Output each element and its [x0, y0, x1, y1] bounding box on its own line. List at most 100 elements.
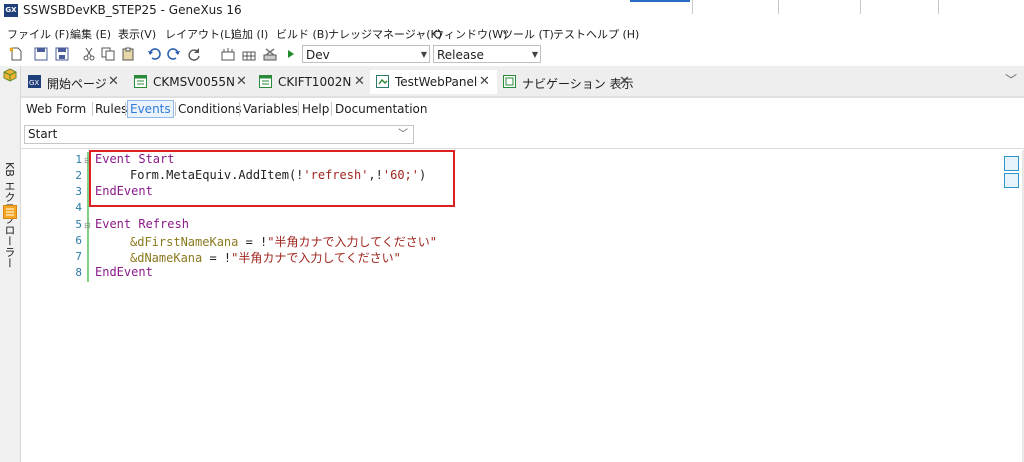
menu-bar: ファイル (F) 編集 (E) 表示(V) レイアウト(L) 追加 (I) ビル…: [0, 23, 1024, 42]
tab-overflow-chevron-icon[interactable]: ﹀: [1005, 71, 1017, 88]
build-all-icon[interactable]: [242, 47, 256, 61]
title-bar: GX SSWSBDevKB_STEP25 - GeneXus 16: [0, 0, 1024, 22]
document-outline-icon[interactable]: [1004, 156, 1019, 171]
run-icon[interactable]: [286, 47, 296, 61]
chevron-down-icon: ▼: [420, 50, 427, 59]
code-line-6: &dFirstNameKana = !"半角カナで入力してください": [130, 233, 437, 250]
transaction-icon: [134, 75, 147, 88]
copy-icon[interactable]: [101, 47, 115, 61]
close-icon[interactable]: ✕: [479, 74, 490, 89]
close-icon[interactable]: ✕: [236, 74, 247, 89]
menu-help[interactable]: ヘルプ (H): [586, 26, 639, 42]
document-outline-icon[interactable]: [1004, 173, 1019, 188]
divider: [21, 148, 1024, 149]
tab-testwebpanel[interactable]: TestWebPanel ✕: [370, 70, 497, 94]
subtab-separator: [239, 102, 240, 116]
document-tab-bar: GX 開始ページ ✕ CKMSV0055N ✕ CKIFT1002N ✕ Tes…: [21, 66, 1024, 98]
line-number: 2: [75, 169, 82, 182]
line-number: 4: [75, 201, 82, 214]
variable: &dFirstNameKana: [130, 235, 239, 249]
transaction-icon: [259, 75, 272, 88]
menu-build[interactable]: ビルド (B): [276, 26, 329, 42]
line-number: 3: [75, 185, 82, 198]
fold-collapse-icon[interactable]: ⊟: [84, 222, 92, 230]
tab-ckmsv0055n[interactable]: CKMSV0055N ✕: [128, 70, 253, 94]
menu-layout[interactable]: レイアウト(L): [165, 26, 235, 42]
subtab-documentation[interactable]: Documentation: [335, 101, 428, 117]
save-icon[interactable]: [34, 47, 48, 61]
properties-icon[interactable]: [3, 205, 17, 219]
menu-window[interactable]: ウィンドウ(W): [433, 26, 507, 42]
environment-value: Dev: [306, 48, 330, 62]
subtab-separator: [175, 102, 176, 116]
subtab-rules[interactable]: Rules: [95, 101, 127, 117]
subtab-variables[interactable]: Variables: [243, 101, 298, 117]
redo-icon[interactable]: [167, 47, 181, 61]
svg-text:GX: GX: [29, 79, 39, 87]
subtab-web-form[interactable]: Web Form: [26, 101, 86, 117]
subtab-separator: [92, 102, 93, 116]
save-all-icon[interactable]: [55, 47, 69, 61]
close-icon[interactable]: ✕: [108, 74, 119, 89]
close-icon[interactable]: ✕: [354, 74, 365, 89]
string-literal: "半角カナで入力してください": [231, 251, 401, 265]
subtab-separator: [125, 102, 126, 116]
genexus-app-icon: GX: [4, 4, 18, 17]
line-number: 5: [75, 218, 82, 231]
cancel-build-icon[interactable]: [263, 47, 277, 61]
window-title: SSWSBDevKB_STEP25 - GeneXus 16: [23, 3, 242, 17]
title-bar-divider: [938, 0, 939, 14]
chevron-down-icon: ﹀: [398, 129, 408, 140]
code-line-8: EndEvent: [95, 265, 153, 279]
title-bar-divider: [692, 0, 693, 14]
menu-edit[interactable]: 編集 (E): [70, 26, 111, 42]
configuration-value: Release: [437, 48, 484, 62]
title-bar-divider: [860, 0, 861, 14]
subtab-events[interactable]: Events: [127, 100, 174, 118]
cut-icon[interactable]: [82, 47, 96, 61]
string-literal: "半角カナで入力してください": [267, 235, 438, 249]
code-line-5: Event Refresh: [95, 217, 189, 231]
gx-start-icon: GX: [28, 75, 41, 88]
keyword: EndEvent: [95, 265, 153, 279]
tab-start-page[interactable]: GX 開始ページ ✕: [22, 70, 127, 94]
title-bar-accent: [630, 0, 690, 2]
line-number: 8: [75, 266, 82, 279]
tab-label: CKMSV0055N: [153, 75, 235, 89]
build-icon[interactable]: [221, 47, 235, 61]
subtab-help[interactable]: Help: [302, 101, 329, 117]
event-selector[interactable]: Start ﹀: [24, 125, 414, 144]
menu-file[interactable]: ファイル (F): [7, 26, 69, 42]
environment-select[interactable]: Dev ▼: [302, 45, 430, 63]
menu-insert[interactable]: 追加 (I): [231, 26, 268, 42]
code-line-7: &dNameKana = !"半角カナで入力してください": [130, 249, 401, 266]
line-number: 6: [75, 234, 82, 247]
configuration-select[interactable]: Release ▼: [433, 45, 541, 63]
menu-knowledge-manager[interactable]: ナレッジマネージャ(K): [328, 26, 442, 42]
refresh-icon[interactable]: [187, 47, 201, 61]
event-selector-value: Start: [28, 127, 58, 141]
menu-view[interactable]: 表示(V): [118, 26, 156, 42]
subtab-separator: [331, 102, 332, 116]
new-object-icon[interactable]: [9, 47, 23, 61]
subtab-separator: [298, 102, 299, 116]
close-icon[interactable]: ✕: [619, 74, 630, 89]
menu-tools[interactable]: ツール (T): [502, 26, 554, 42]
tab-label: ナビゲーション 表示: [522, 77, 634, 91]
line-number: 7: [75, 250, 82, 263]
undo-icon[interactable]: [147, 47, 161, 61]
keyword: Event Refresh: [95, 217, 189, 231]
kb-cube-icon[interactable]: [3, 68, 17, 82]
chevron-down-icon: ▼: [531, 50, 538, 59]
paste-icon[interactable]: [121, 47, 135, 61]
menu-test[interactable]: テスト: [553, 26, 586, 42]
code-text: = !: [202, 251, 232, 265]
tab-navigation-view[interactable]: ナビゲーション 表示 ✕: [497, 70, 637, 94]
title-bar-divider: [778, 0, 779, 14]
subtab-conditions[interactable]: Conditions: [178, 101, 242, 117]
tab-ckift1002n[interactable]: CKIFT1002N ✕: [253, 70, 371, 94]
tab-label: CKIFT1002N: [278, 75, 352, 89]
line-number: 1: [75, 153, 82, 166]
navigation-icon: [503, 75, 516, 88]
tab-label: TestWebPanel: [395, 75, 478, 89]
